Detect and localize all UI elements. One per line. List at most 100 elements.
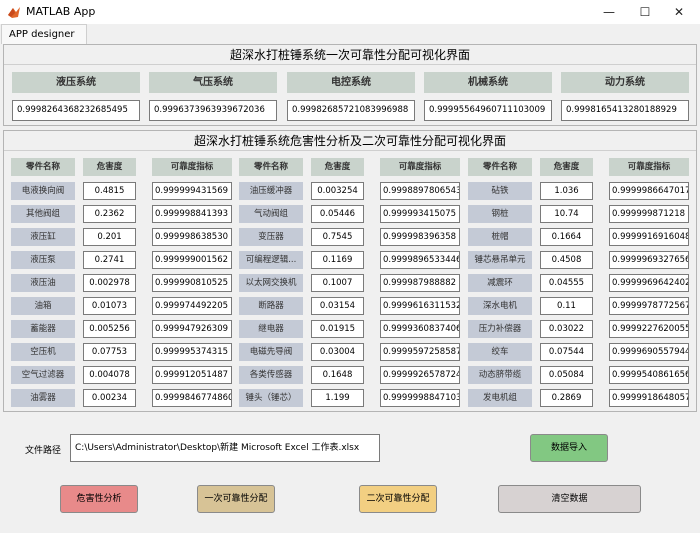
component-name: 可编程逻辑... bbox=[239, 251, 303, 269]
component-name: 发电机组 bbox=[468, 389, 532, 407]
hazard-field[interactable]: 0.01915 bbox=[311, 320, 364, 338]
hazard-field[interactable]: 0.4815 bbox=[83, 182, 136, 200]
system-reliability-field[interactable]: 0.9998264368232685495 bbox=[12, 100, 140, 121]
component-name: 蓄能器 bbox=[11, 320, 75, 338]
reliability-index-field[interactable]: 0.99999341507​5 bbox=[380, 205, 460, 223]
reliability-index-field[interactable]: 0.9999744922​05 bbox=[152, 297, 232, 315]
reliability-index-field[interactable]: 0.9999360837406 bbox=[380, 320, 460, 338]
tab-app-designer[interactable]: APP designer bbox=[1, 24, 87, 44]
clear-data-button[interactable]: 清空数据 bbox=[498, 485, 641, 513]
column-header: 零件名称 bbox=[239, 158, 303, 176]
hazard-field[interactable]: 0.2362 bbox=[83, 205, 136, 223]
hazard-field[interactable]: 0.07544 bbox=[540, 343, 593, 361]
second-allocation-button[interactable]: 二次可靠性分配 bbox=[359, 485, 437, 513]
reliability-index-field[interactable]: 0.9999969327656 bbox=[609, 251, 689, 269]
component-name: 以太网交换机 bbox=[239, 274, 303, 292]
system-reliability-field[interactable]: 0.9998268572108399​6988 bbox=[287, 100, 415, 121]
reliability-index-field[interactable]: 0.9999597258587 bbox=[380, 343, 460, 361]
reliability-index-field[interactable]: 0.9999896533446 bbox=[380, 251, 460, 269]
hazard-field[interactable]: 10.74 bbox=[540, 205, 593, 223]
reliability-index-field[interactable]: 0.9999969642402 bbox=[609, 274, 689, 292]
hazard-analysis-button[interactable]: 危害性分析 bbox=[60, 485, 138, 513]
reliability-index-field[interactable]: 0.9999916916048 bbox=[609, 228, 689, 246]
minimize-button[interactable]: — bbox=[594, 2, 624, 22]
system-label: 机械系统 bbox=[424, 72, 552, 93]
component-name: 油压缓冲器 bbox=[239, 182, 303, 200]
hazard-field[interactable]: 0.1664 bbox=[540, 228, 593, 246]
reliability-index-field[interactable]: 0.99991205148​7 bbox=[152, 366, 232, 384]
reliability-index-field[interactable]: 0.9999479263​09 bbox=[152, 320, 232, 338]
hazard-field[interactable]: 0.03154 bbox=[311, 297, 364, 315]
component-name: 继电器 bbox=[239, 320, 303, 338]
hazard-field[interactable]: 0.07753 bbox=[83, 343, 136, 361]
reliability-index-field[interactable]: 0.99999987121​8 bbox=[609, 205, 689, 223]
hazard-field[interactable]: 0.1648 bbox=[311, 366, 364, 384]
file-path-input[interactable]: C:\Users\Administrator\Desktop\新建 Micros… bbox=[70, 434, 380, 462]
hazard-field[interactable]: 0.01073 bbox=[83, 297, 136, 315]
hazard-field[interactable]: 0.2869 bbox=[540, 389, 593, 407]
component-name: 油雾器 bbox=[11, 389, 75, 407]
maximize-button[interactable]: ☐ bbox=[630, 2, 660, 22]
hazard-field[interactable]: 0.005256 bbox=[83, 320, 136, 338]
system-label: 动力系统 bbox=[561, 72, 689, 93]
hazard-field[interactable]: 0.201 bbox=[83, 228, 136, 246]
reliability-index-field[interactable]: 0.9999918648057 bbox=[609, 389, 689, 407]
hazard-field[interactable]: 0.05084 bbox=[540, 366, 593, 384]
system-reliability-field[interactable]: 0.9998165413280188929 bbox=[561, 100, 689, 121]
component-name: 气动阀组 bbox=[239, 205, 303, 223]
reliability-index-field[interactable]: 0.99988978​06543 bbox=[380, 182, 460, 200]
hazard-field[interactable]: 1.199 bbox=[311, 389, 364, 407]
close-button[interactable]: ✕ bbox=[664, 2, 694, 22]
hazard-field[interactable]: 0.04555 bbox=[540, 274, 593, 292]
column-header: 可靠度指标 bbox=[152, 158, 232, 176]
reliability-index-field[interactable]: 0.9999998847103 bbox=[380, 389, 460, 407]
reliability-index-field[interactable]: 0.9999986647017 bbox=[609, 182, 689, 200]
file-path-label: 文件路径 bbox=[25, 446, 62, 456]
hazard-field[interactable]: 0.11 bbox=[540, 297, 593, 315]
reliability-index-field[interactable]: 0.99998467748​60 bbox=[152, 389, 232, 407]
hazard-field[interactable]: 0.004078 bbox=[83, 366, 136, 384]
hazard-field[interactable]: 0.1007 bbox=[311, 274, 364, 292]
reliability-index-field[interactable]: 0.9999227620055 bbox=[609, 320, 689, 338]
hazard-field[interactable]: 0.00234 bbox=[83, 389, 136, 407]
column-header: 可靠度指标 bbox=[609, 158, 689, 176]
hazard-field[interactable]: 0.7545 bbox=[311, 228, 364, 246]
hazard-field[interactable]: 0.1169 bbox=[311, 251, 364, 269]
component-name: 电液换向阀 bbox=[11, 182, 75, 200]
hazard-field[interactable]: 0.03004 bbox=[311, 343, 364, 361]
column-header: 零件名称 bbox=[468, 158, 532, 176]
component-name: 液压缸 bbox=[11, 228, 75, 246]
first-allocation-button[interactable]: 一次可靠性分配 bbox=[197, 485, 275, 513]
reliability-index-field[interactable]: 0.99999839635​8 bbox=[380, 228, 460, 246]
hazard-field[interactable]: 0.05446 bbox=[311, 205, 364, 223]
reliability-index-field[interactable]: 0.99999787725​67 bbox=[609, 297, 689, 315]
reliability-index-field[interactable]: 0.99998798888​2 bbox=[380, 274, 460, 292]
hazard-field[interactable]: 0.002978 bbox=[83, 274, 136, 292]
component-name: 减震环 bbox=[468, 274, 532, 292]
reliability-index-field[interactable]: 0.99999943156​9 bbox=[152, 182, 232, 200]
reliability-index-field[interactable]: 0.9999926578724 bbox=[380, 366, 460, 384]
reliability-index-field[interactable]: 0.99999863853​0 bbox=[152, 228, 232, 246]
reliability-index-field[interactable]: 0.9999540861656 bbox=[609, 366, 689, 384]
system-reliability-field[interactable]: 0.999955649607111​03009 bbox=[424, 100, 552, 121]
reliability-index-field[interactable]: 0.9999690557944 bbox=[609, 343, 689, 361]
component-name: 动态脐带缆 bbox=[468, 366, 532, 384]
reliability-index-field[interactable]: 0.99999900156​2 bbox=[152, 251, 232, 269]
system-label: 液压系统 bbox=[12, 72, 140, 93]
component-name: 绞车 bbox=[468, 343, 532, 361]
reliability-index-field[interactable]: 0.99999884139​3 bbox=[152, 205, 232, 223]
tab-bar: APP designer bbox=[0, 24, 700, 44]
hazard-field[interactable]: 0.2741 bbox=[83, 251, 136, 269]
hazard-field[interactable]: 0.03022 bbox=[540, 320, 593, 338]
import-data-button[interactable]: 数据导入 bbox=[530, 434, 608, 462]
reliability-index-field[interactable]: 0.99999081052​5 bbox=[152, 274, 232, 292]
reliability-index-field[interactable]: 0.99999537431​5 bbox=[152, 343, 232, 361]
system-reliability-field[interactable]: 0.99963739639396​72036 bbox=[149, 100, 277, 121]
component-name: 砧铁 bbox=[468, 182, 532, 200]
component-name: 空压机 bbox=[11, 343, 75, 361]
hazard-field[interactable]: 1.036 bbox=[540, 182, 593, 200]
component-name: 空气过滤器 bbox=[11, 366, 75, 384]
reliability-index-field[interactable]: 0.9999616311532 bbox=[380, 297, 460, 315]
hazard-field[interactable]: 0.4508 bbox=[540, 251, 593, 269]
hazard-field[interactable]: 0.003254 bbox=[311, 182, 364, 200]
